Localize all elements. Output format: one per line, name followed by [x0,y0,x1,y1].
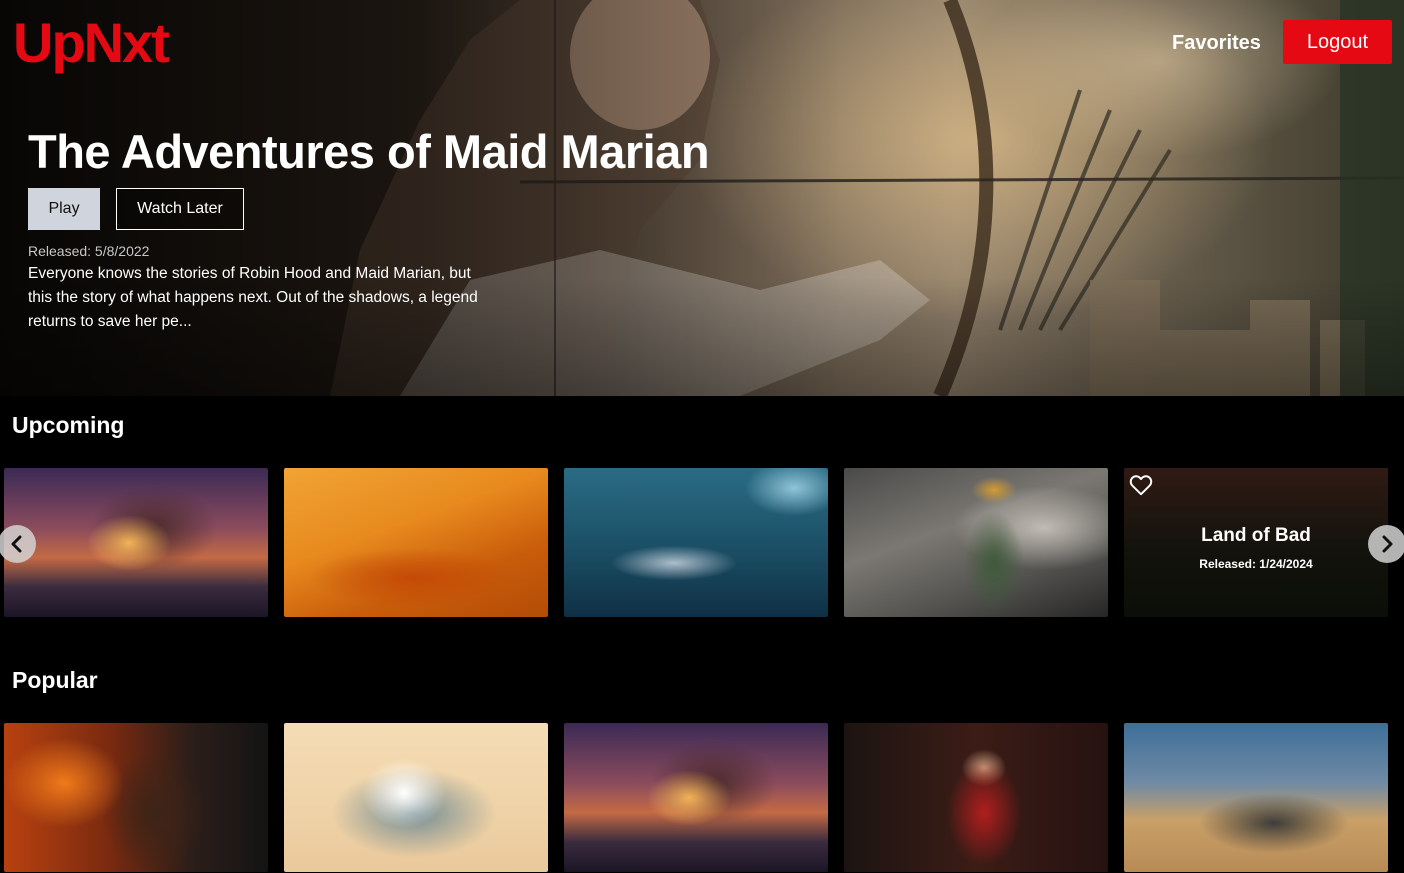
popular-section-title: Popular [12,667,98,693]
upcoming-carousel: Land of Bad Released: 1/24/2024 [0,468,1404,618]
popular-carousel [0,723,1404,873]
logout-button[interactable]: Logout [1283,20,1392,64]
popular-card-kung-fu-panda[interactable] [284,723,548,872]
popular-card-dune-part-two[interactable] [4,723,268,872]
popular-card-godzilla-x-kong[interactable] [564,723,828,872]
hero-title: The Adventures of Maid Marian [28,125,710,178]
card-title: Land of Bad [1201,524,1311,546]
card-hover-overlay: Land of Bad Released: 1/24/2024 [1124,468,1388,617]
chevron-right-icon [1382,535,1393,553]
upcoming-card-godzilla-x-kong[interactable] [4,468,268,617]
popular-card-warrior-red[interactable] [844,723,1108,872]
carousel-next-button[interactable] [1368,525,1404,563]
hero-banner: UpNxt Favorites Logout The Adventures of… [0,0,1404,396]
favorites-link[interactable]: Favorites [1172,26,1261,60]
app-logo[interactable]: UpNxt [13,10,170,76]
watch-later-button[interactable]: Watch Later [116,188,244,230]
heart-outline-icon[interactable] [1128,472,1154,498]
card-release-date: Released: 1/24/2024 [1199,556,1313,571]
chevron-left-icon [11,535,22,553]
upcoming-card-dune[interactable] [284,468,548,617]
popular-card-desert-squad[interactable] [1124,723,1388,872]
hero-description: Everyone knows the stories of Robin Hood… [28,265,478,330]
upcoming-card-land-of-bad[interactable]: Land of Bad Released: 1/24/2024 [1124,468,1388,617]
upcoming-section-title: Upcoming [12,412,125,438]
hero-release-date: Released: 5/8/2022 [28,243,150,259]
upcoming-card-liberty-torch[interactable] [844,468,1108,617]
play-button[interactable]: Play [28,188,100,230]
upcoming-card-shark-plane[interactable] [564,468,828,617]
